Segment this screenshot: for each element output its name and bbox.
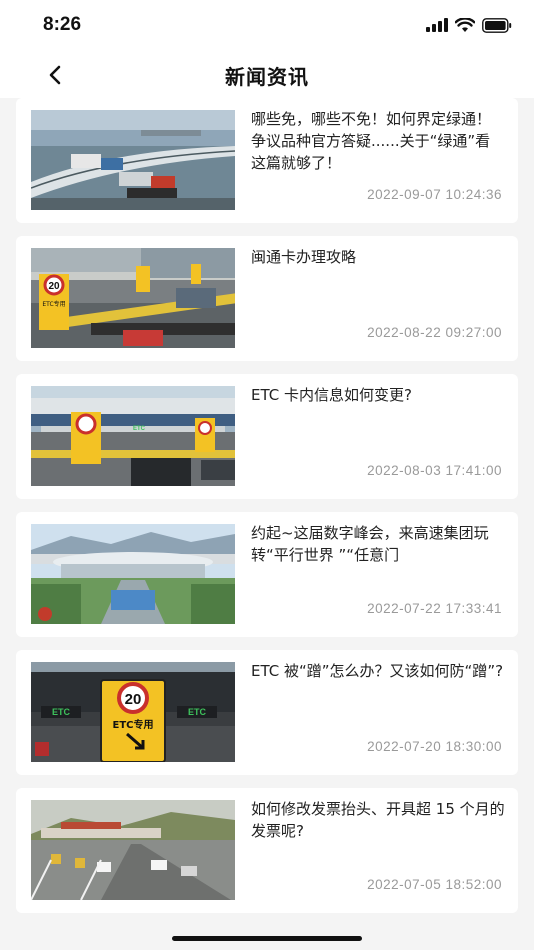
etc-lane-text: ETC专用 [42, 300, 65, 308]
etc-sign-text: ETC [188, 707, 207, 717]
news-thumbnail: ETC ETC 20 ETC专用 [31, 662, 235, 762]
etc-lane-text: ETC专用 [113, 718, 154, 731]
status-time: 8:26 [43, 14, 82, 35]
news-time: 2022-09-07 10:24:36 [367, 187, 502, 202]
status-icons [426, 16, 512, 34]
etc-sign-text: ETC [52, 707, 71, 717]
etc-sign-text: ETC [133, 426, 146, 432]
wifi-icon [455, 17, 475, 32]
news-thumbnail: 20 ETC专用 [31, 248, 235, 348]
cellular-signal-icon [426, 18, 448, 32]
news-card[interactable]: ETC ETC 20 ETC专用 ETC 被“蹭”怎么办？又该如何防“蹭”? 2… [16, 650, 518, 775]
news-card[interactable]: 20 ETC专用 闽通卡办理攻略 2022-08-22 09:27:00 [16, 236, 518, 361]
news-time: 2022-07-22 17:33:41 [367, 601, 502, 616]
news-card[interactable]: 哪些免，哪些不免！如何界定绿通！争议品种官方答疑......关于“绿通”看这篇就… [16, 98, 518, 223]
battery-icon [482, 17, 512, 33]
news-title: 如何修改发票抬头、开具超 15 个月的发票呢? [251, 800, 505, 840]
news-thumbnail [31, 800, 235, 900]
news-title: ETC 卡内信息如何变更? [251, 386, 412, 404]
news-thumbnail [31, 524, 235, 624]
news-title: 闽通卡办理攻略 [251, 248, 357, 266]
nav-bar: 新闻资讯 [0, 52, 534, 98]
news-time: 2022-08-03 17:41:00 [367, 463, 502, 478]
news-title: 约起~这届数字峰会，来高速集团玩转“平行世界 ”“任意门 [251, 524, 489, 564]
news-thumbnail [31, 110, 235, 210]
news-card[interactable]: 如何修改发票抬头、开具超 15 个月的发票呢? 2022-07-05 18:52… [16, 788, 518, 913]
status-bar: 8:26 [0, 0, 534, 52]
speed-limit-text: 20 [48, 281, 60, 292]
page-title: 新闻资讯 [225, 65, 309, 89]
news-card[interactable]: 约起~这届数字峰会，来高速集团玩转“平行世界 ”“任意门 2022-07-22 … [16, 512, 518, 637]
news-thumbnail: ETC [31, 386, 235, 486]
speed-limit-text: 20 [125, 691, 142, 708]
news-time: 2022-08-22 09:27:00 [367, 325, 502, 340]
news-time: 2022-07-20 18:30:00 [367, 739, 502, 754]
news-title: 哪些免，哪些不免！如何界定绿通！争议品种官方答疑......关于“绿通”看这篇就… [251, 110, 492, 172]
news-card[interactable]: ETC ETC 卡内信息如何变更? 2022-08-03 17:41:00 [16, 374, 518, 499]
home-indicator[interactable] [172, 936, 362, 941]
news-time: 2022-07-05 18:52:00 [367, 877, 502, 892]
news-title: ETC 被“蹭”怎么办？又该如何防“蹭”? [251, 662, 504, 680]
